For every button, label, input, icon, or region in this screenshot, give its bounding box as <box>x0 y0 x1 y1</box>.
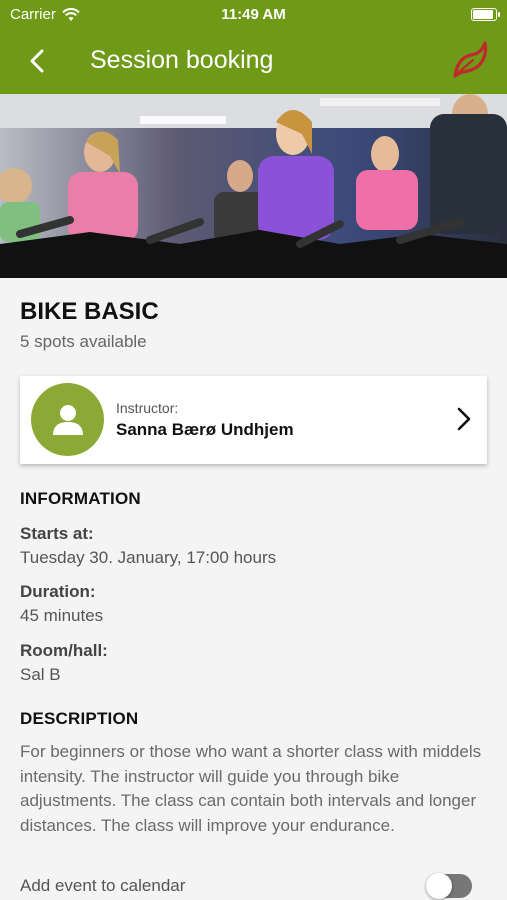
class-hero-image <box>0 94 507 278</box>
avatar <box>31 383 104 456</box>
duration-value: 45 minutes <box>20 606 104 625</box>
description-heading: DESCRIPTION <box>20 709 139 728</box>
spots-available: 5 spots available <box>20 332 147 351</box>
starts-value: Tuesday 30. January, 17:00 hours <box>20 548 277 567</box>
chevron-left-icon <box>30 49 44 73</box>
description-text: For beginners or those who want a shorte… <box>20 742 482 835</box>
navigation-bar: Session booking <box>0 36 507 88</box>
instructor-name: Sanna Bærø Undhjem <box>116 420 294 439</box>
calendar-label: Add event to calendar <box>20 876 186 895</box>
page-title: Session booking <box>90 46 274 74</box>
spin-class-photo <box>0 94 507 278</box>
room-label: Room/hall: <box>20 641 108 660</box>
information-heading: INFORMATION <box>20 489 141 508</box>
toggle-knob <box>426 873 452 899</box>
back-button[interactable] <box>20 44 54 78</box>
duration-label: Duration: <box>20 582 96 601</box>
calendar-toggle[interactable] <box>426 873 472 899</box>
instructor-caption: Instructor: <box>116 400 179 416</box>
room-value: Sal B <box>20 665 61 684</box>
chevron-right-icon <box>457 407 471 431</box>
person-icon <box>52 404 83 435</box>
class-title: BIKE BASIC <box>20 298 159 325</box>
brand-leaf-icon <box>453 41 488 78</box>
instructor-card[interactable]: Instructor: Sanna Bærø Undhjem <box>20 376 487 464</box>
top-bar: Carrier 11:49 AM Session booking <box>0 0 507 94</box>
status-time: 11:49 AM <box>221 6 286 23</box>
battery-icon <box>471 8 500 21</box>
starts-label: Starts at: <box>20 524 94 543</box>
status-bar: Carrier 11:49 AM <box>0 0 507 30</box>
